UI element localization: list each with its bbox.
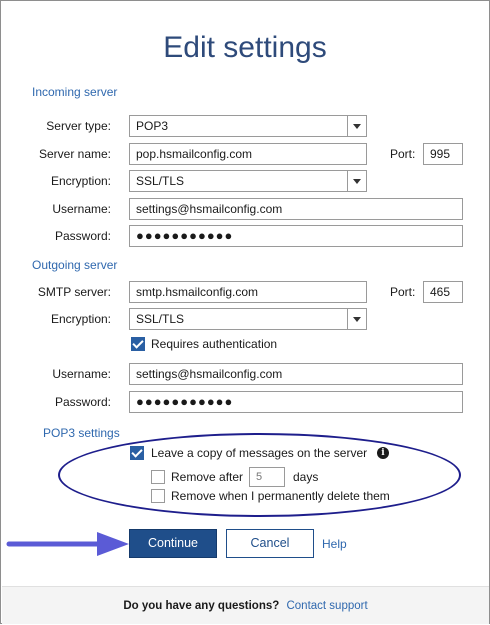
pop3-settings-heading: POP3 settings [43,426,120,440]
smtp-server-input[interactable]: smtp.hsmailconfig.com [129,281,367,303]
requires-auth-checkbox[interactable] [131,337,145,351]
outgoing-password-label: Password: [54,395,111,409]
incoming-username-label: Username: [52,202,111,216]
incoming-port-label: Port: [390,147,416,161]
outgoing-encryption-value: SSL/TLS [136,312,185,326]
continue-button[interactable]: Continue [129,529,217,558]
server-name-label: Server name: [38,147,111,161]
server-name-input[interactable]: pop.hsmailconfig.com [129,143,367,165]
outgoing-username-label: Username: [52,367,111,381]
incoming-password-input[interactable]: ●●●●●●●●●●● [129,225,463,247]
incoming-password-label: Password: [54,229,111,243]
contact-support-link[interactable]: Contact support [286,600,367,612]
cancel-button[interactable]: Cancel [226,529,314,558]
outgoing-port-label: Port: [390,285,416,299]
chevron-down-icon[interactable] [347,309,366,329]
server-type-select[interactable]: POP3 [129,115,367,137]
incoming-server-heading: Incoming server [32,85,118,99]
edit-settings-dialog: Edit settings Incoming server Server typ… [0,0,490,624]
outgoing-port-input[interactable]: 465 [423,281,463,303]
incoming-encryption-label: Encryption: [50,174,111,188]
footer: Do you have any questions? Contact suppo… [2,586,489,624]
help-link[interactable]: Help [322,537,347,551]
outgoing-username-input[interactable]: settings@hsmailconfig.com [129,363,463,385]
server-type-label: Server type: [46,119,111,133]
page-title: Edit settings [163,31,327,64]
incoming-encryption-select[interactable]: SSL/TLS [129,170,367,192]
chevron-down-icon[interactable] [347,171,366,191]
requires-auth-label: Requires authentication [151,337,278,351]
outgoing-encryption-label: Encryption: [50,312,111,326]
incoming-encryption-value: SSL/TLS [136,174,185,188]
smtp-server-label: SMTP server: [37,285,111,299]
outgoing-server-heading: Outgoing server [32,258,118,272]
outgoing-password-input[interactable]: ●●●●●●●●●●● [129,391,463,413]
annotation-oval [58,433,461,517]
annotation-arrow-icon [6,532,129,556]
footer-question: Do you have any questions? [123,600,280,612]
incoming-username-input[interactable]: settings@hsmailconfig.com [129,198,463,220]
chevron-down-icon[interactable] [347,116,366,136]
incoming-port-input[interactable]: 995 [423,143,463,165]
server-type-value: POP3 [136,119,169,133]
outgoing-encryption-select[interactable]: SSL/TLS [129,308,367,330]
